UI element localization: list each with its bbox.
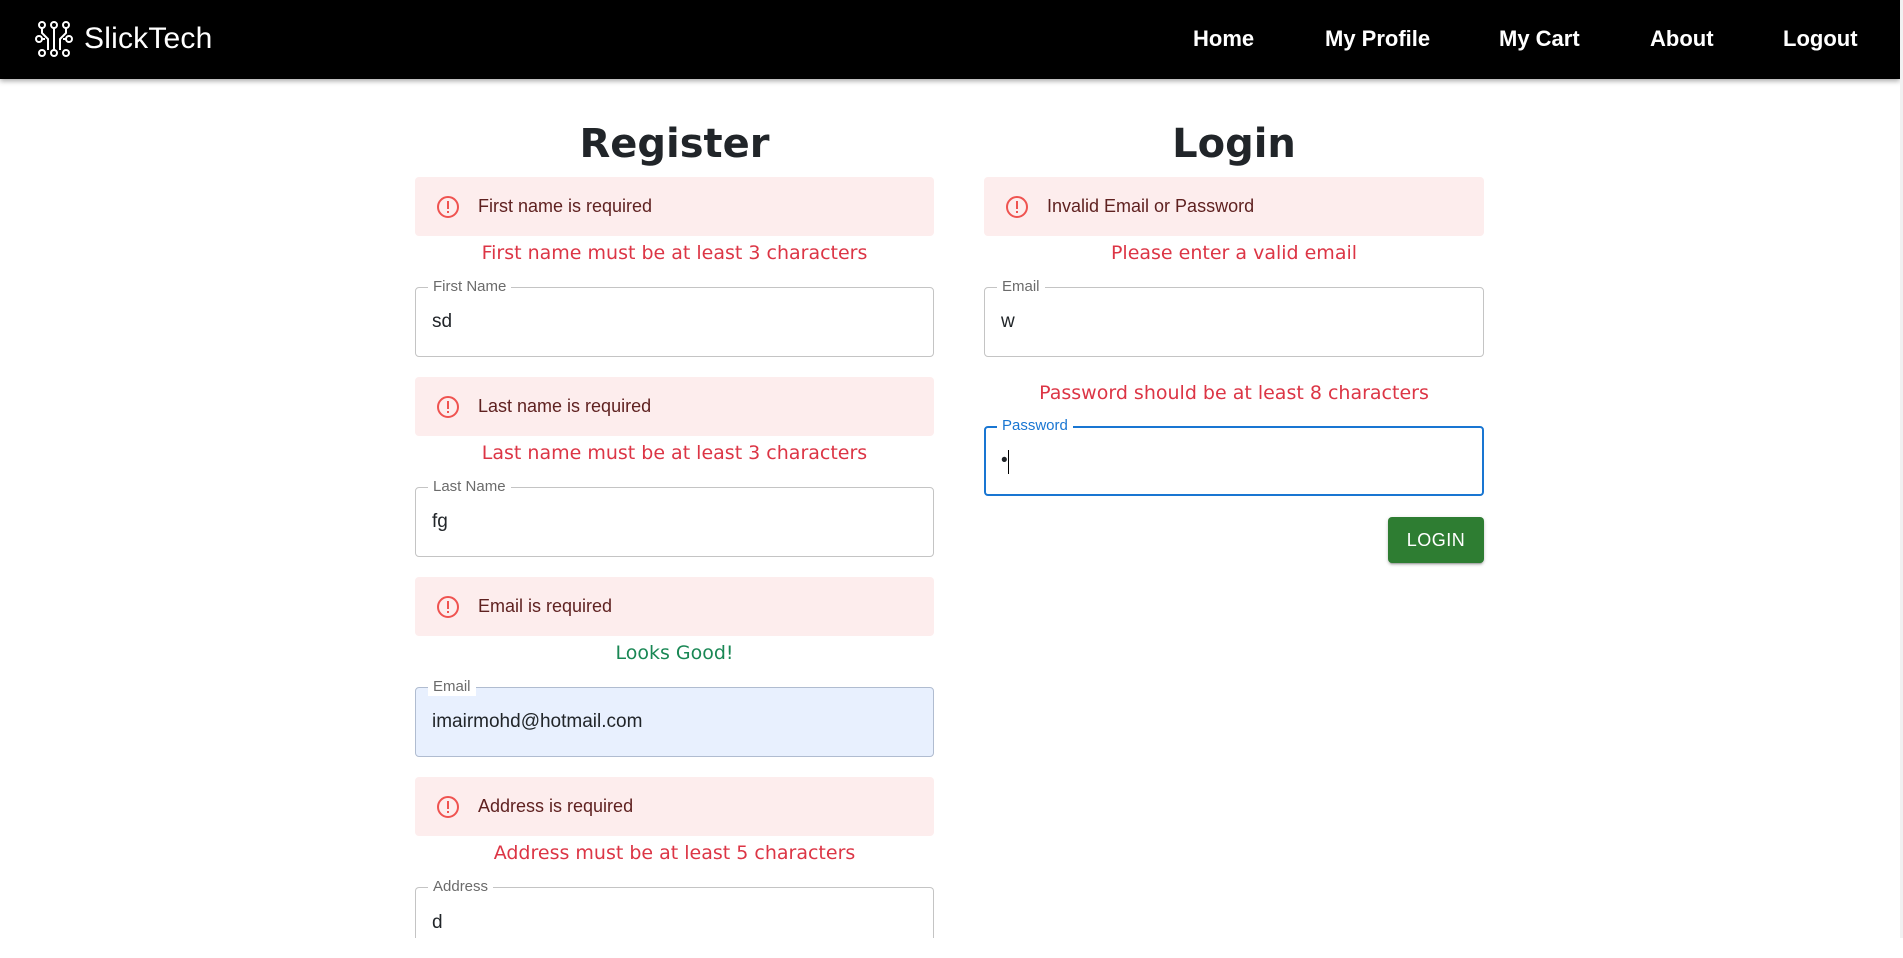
- login-email-field[interactable]: Email: [984, 278, 1484, 357]
- password-helper: Password should be at least 8 characters: [1039, 382, 1429, 404]
- last-name-input[interactable]: [432, 488, 917, 556]
- brand-name: SlickTech: [84, 22, 213, 55]
- error-outline-icon: [437, 195, 459, 218]
- password-input[interactable]: [1001, 428, 1465, 494]
- login-alert: Invalid Email or Password: [984, 177, 1484, 236]
- nav-my-cart[interactable]: My Cart: [1499, 24, 1580, 54]
- error-outline-icon: [437, 395, 459, 418]
- last-name-alert: Last name is required: [415, 377, 934, 436]
- login-button[interactable]: LOGIN: [1388, 517, 1484, 563]
- nav-home[interactable]: Home: [1193, 24, 1254, 54]
- register-email-field[interactable]: Email: [415, 678, 934, 757]
- address-helper: Address must be at least 5 characters: [493, 842, 856, 864]
- last-name-helper: Last name must be at least 3 characters: [481, 442, 868, 464]
- password-field[interactable]: Password: [984, 417, 1484, 496]
- address-field[interactable]: Address: [415, 878, 934, 958]
- address-alert-text: Address is required: [478, 796, 634, 816]
- register-email-helper: Looks Good!: [615, 642, 734, 664]
- last-name-alert-text: Last name is required: [478, 396, 652, 416]
- login-alert-text: Invalid Email or Password: [1047, 196, 1255, 216]
- nav-about[interactable]: About: [1650, 24, 1714, 54]
- text-caret: [1008, 450, 1009, 474]
- register-email-input[interactable]: [432, 688, 917, 756]
- error-outline-icon: [437, 795, 459, 818]
- nav-logout[interactable]: Logout: [1783, 24, 1858, 54]
- login-email-input[interactable]: [1001, 288, 1467, 356]
- first-name-input[interactable]: [432, 288, 917, 356]
- brand-link[interactable]: SlickTech: [34, 17, 213, 61]
- login-title: Login: [1172, 121, 1296, 167]
- address-alert: Address is required: [415, 777, 934, 836]
- first-name-alert: First name is required: [415, 177, 934, 236]
- nav-my-profile[interactable]: My Profile: [1325, 24, 1430, 54]
- first-name-alert-text: First name is required: [478, 196, 653, 216]
- login-email-helper: Please enter a valid email: [1110, 242, 1358, 264]
- register-email-alert: Email is required: [415, 577, 934, 636]
- error-outline-icon: [1006, 195, 1028, 218]
- error-outline-icon: [437, 595, 459, 618]
- first-name-helper: First name must be at least 3 characters: [481, 242, 868, 264]
- navbar: SlickTech Home My Profile My Cart About …: [0, 0, 1900, 79]
- last-name-field[interactable]: Last Name: [415, 478, 934, 557]
- circuit-logo-icon: [35, 21, 73, 57]
- register-email-alert-text: Email is required: [478, 596, 613, 616]
- first-name-field[interactable]: First Name: [415, 278, 934, 357]
- address-input[interactable]: [432, 888, 917, 958]
- register-title: Register: [579, 121, 770, 167]
